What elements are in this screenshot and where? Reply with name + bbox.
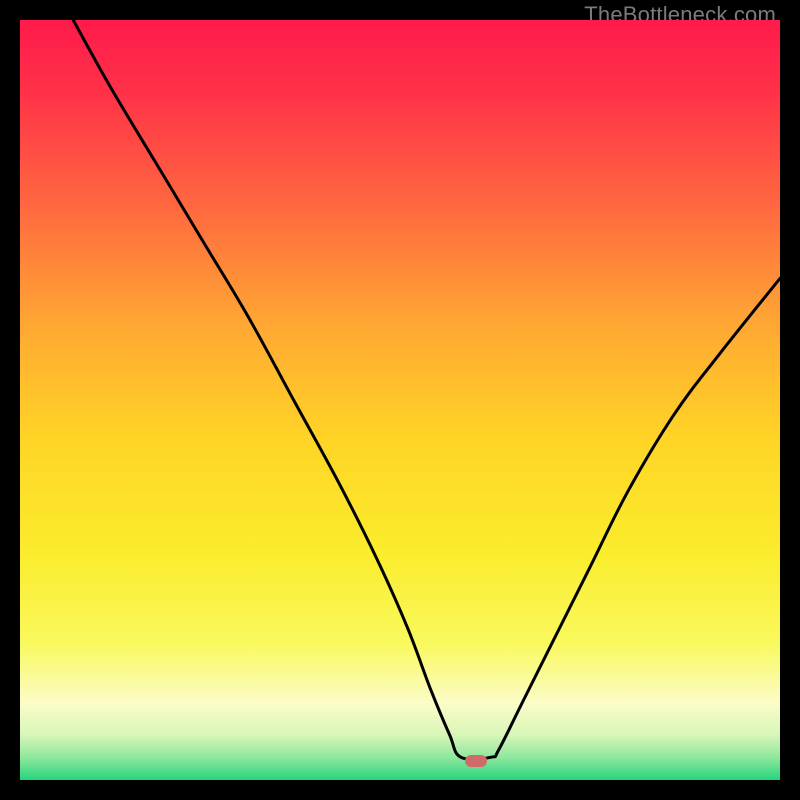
bottleneck-chart (20, 20, 780, 780)
chart-frame (20, 20, 780, 780)
ideal-match-marker (465, 755, 487, 767)
chart-background (20, 20, 780, 780)
